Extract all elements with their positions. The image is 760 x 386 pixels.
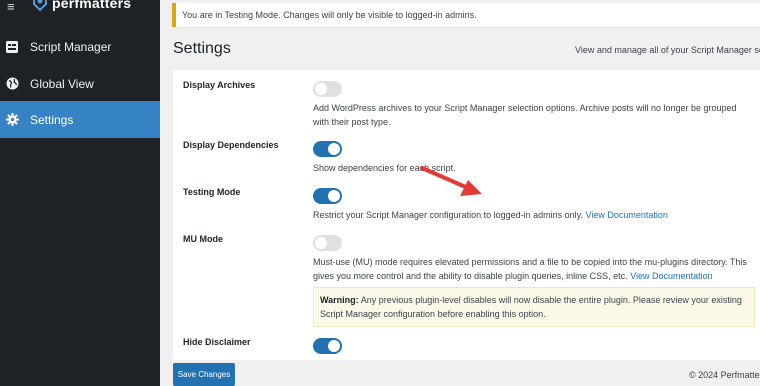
hamburger-menu-icon[interactable]: ≡ [7,0,15,13]
setting-label: MU Mode [183,234,223,244]
testing-mode-notice: You are in Testing Mode. Changes will on… [172,3,760,27]
main-content: You are in Testing Mode. Changes will on… [160,0,760,386]
view-documentation-link[interactable]: View Documentation [585,210,667,220]
mu-mode-toggle[interactable] [313,235,342,251]
sidebar-item-label: Settings [30,112,74,127]
toggle-knob [328,143,340,155]
script-manager-icon [5,40,19,54]
page-description: View and manage all of your Script Manag… [575,45,760,55]
sidebar-item-label: Global View [30,76,94,91]
red-arrow-annotation [420,166,482,196]
brand-header: ≡ perfmatters [0,0,160,14]
perfmatters-logo-icon [33,0,47,12]
setting-description: Restrict your Script Manager configurati… [313,210,668,220]
warning-title: Warning: [320,295,359,305]
sidebar-item-script-manager[interactable]: Script Manager [0,28,160,65]
testing-mode-toggle[interactable] [313,188,342,204]
copyright-text: © 2024 Perfmatter [689,370,760,380]
hide-disclaimer-toggle[interactable] [313,338,342,354]
display-dependencies-toggle[interactable] [313,141,342,157]
brand-name: perfmatters [52,0,132,11]
admin-sidebar: ≡ perfmatters Script Manager Global View [0,0,160,386]
setting-label: Display Dependencies [183,140,279,150]
sidebar-item-label: Script Manager [30,39,112,54]
setting-description: Add WordPress archives to your Script Ma… [313,103,737,127]
toggle-knob [328,190,340,202]
sidebar-item-global-view[interactable]: Global View [0,65,160,102]
toggle-knob [328,340,340,352]
gear-icon [5,113,19,127]
setting-description: Show dependencies for each script. [313,163,456,173]
setting-description: Must-use (MU) mode requires elevated per… [313,257,747,281]
view-documentation-link[interactable]: View Documentation [630,271,712,281]
settings-panel: Display Archives Add WordPress archives … [173,70,760,360]
warning-text: Any previous plugin-level disables will … [320,295,742,319]
sidebar-item-settings[interactable]: Settings [0,101,160,138]
setting-label: Testing Mode [183,187,241,197]
mu-mode-warning: Warning: Any previous plugin-level disab… [313,287,755,327]
save-changes-button[interactable]: Save Changes [173,363,235,386]
toggle-knob [315,237,327,249]
display-archives-toggle[interactable] [313,81,342,97]
toggle-knob [315,83,327,95]
globe-icon [5,77,19,91]
page-title: Settings [173,40,231,57]
setting-label: Display Archives [183,80,256,90]
setting-label: Hide Disclaimer [183,337,251,347]
